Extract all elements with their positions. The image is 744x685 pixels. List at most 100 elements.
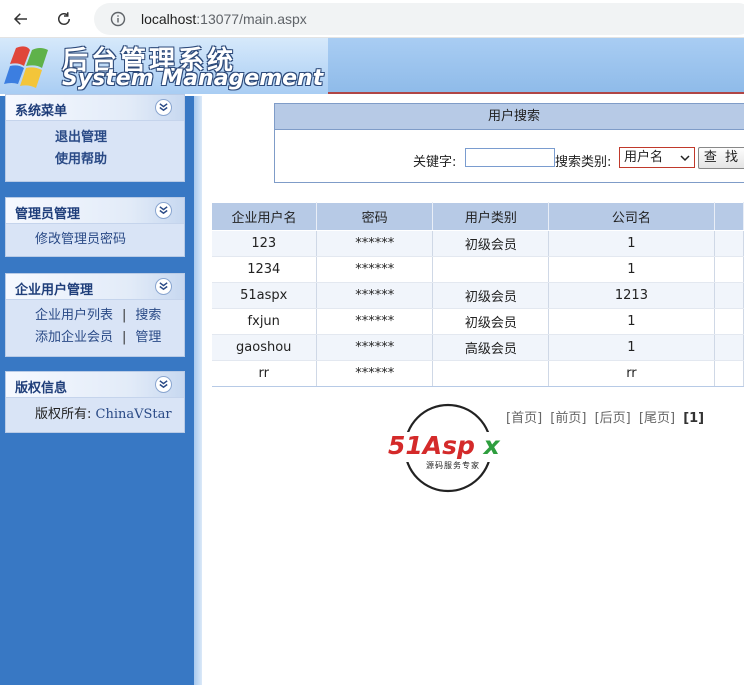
collapse-button[interactable] bbox=[155, 278, 172, 295]
cell-company: rr bbox=[548, 360, 715, 387]
browser-toolbar: localhost:13077/main.aspx bbox=[0, 0, 744, 38]
cell-username: rr bbox=[211, 360, 317, 387]
column-header: 企业用户名 bbox=[211, 202, 317, 231]
cell-password: ****** bbox=[316, 256, 434, 283]
sidebar-divider bbox=[194, 96, 202, 685]
cell-user-type: 初级会员 bbox=[432, 230, 550, 257]
panel-copyright-info: 版权信息 版权所有: ChinaVStar bbox=[5, 371, 185, 433]
cell-password: ****** bbox=[316, 282, 434, 309]
cell-username: 1234 bbox=[211, 256, 317, 283]
table-header-row: 企业用户名 密码 用户类别 公司名 bbox=[211, 202, 744, 231]
cell-company: 1 bbox=[548, 256, 715, 283]
logout-link[interactable]: 退出管理 bbox=[6, 127, 184, 149]
cell-company: 1213 bbox=[548, 282, 715, 309]
cell-user-type: 高级会员 bbox=[432, 334, 550, 361]
panel-header[interactable]: 版权信息 bbox=[6, 372, 184, 398]
panel-system-menu: 系统菜单 退出管理 使用帮助 bbox=[5, 94, 185, 182]
user-table: 企业用户名 密码 用户类别 公司名 123 ****** 初级会员 1 1234… bbox=[211, 202, 744, 387]
double-chevron-down-icon bbox=[159, 206, 168, 215]
cell-user-type: 初级会员 bbox=[432, 282, 550, 309]
pager-prev-link[interactable]: [前页] bbox=[550, 411, 586, 426]
search-form: 关键字: 搜索类别: 用户名 查 找 bbox=[275, 147, 744, 170]
separator: | bbox=[122, 330, 127, 345]
category-select[interactable]: 用户名 bbox=[619, 147, 695, 168]
panel-header[interactable]: 企业用户管理 bbox=[6, 274, 184, 300]
change-admin-password-link[interactable]: 修改管理员密码 bbox=[6, 229, 184, 251]
table-row[interactable]: rr ****** rr bbox=[211, 360, 744, 387]
manage-link[interactable]: 管理 bbox=[135, 330, 161, 345]
panel-enterprise-user-management: 企业用户管理 企业用户列表 | 搜索 添加企业会员 | 管理 bbox=[5, 273, 185, 357]
pager-last-link[interactable]: [尾页] bbox=[639, 411, 675, 426]
cell-username: fxjun bbox=[211, 308, 317, 335]
panel-header[interactable]: 管理员管理 bbox=[6, 198, 184, 224]
brand-logo-tagline: 源码服务专家 bbox=[426, 460, 480, 470]
double-chevron-down-icon bbox=[159, 103, 168, 112]
column-header: 用户类别 bbox=[432, 202, 550, 231]
column-header: 密码 bbox=[315, 202, 434, 231]
cell-extra bbox=[714, 230, 744, 257]
panel-header[interactable]: 系统菜单 bbox=[6, 95, 184, 121]
panel-title: 管理员管理 bbox=[15, 207, 81, 222]
add-enterprise-member-link[interactable]: 添加企业会员 bbox=[35, 330, 113, 345]
cell-user-type bbox=[432, 256, 550, 283]
table-row[interactable]: 51aspx ****** 初级会员 1213 bbox=[211, 282, 744, 309]
table-row[interactable]: fxjun ****** 初级会员 1 bbox=[211, 308, 744, 335]
collapse-button[interactable] bbox=[155, 376, 172, 393]
pager-next-link[interactable]: [后页] bbox=[595, 411, 631, 426]
enterprise-user-list-link[interactable]: 企业用户列表 bbox=[35, 308, 113, 323]
link-row: 企业用户列表 | 搜索 bbox=[6, 305, 184, 327]
reload-button[interactable] bbox=[51, 6, 77, 32]
link-row: 添加企业会员 | 管理 bbox=[6, 327, 184, 349]
panel-title: 版权信息 bbox=[15, 381, 68, 396]
cell-username: 123 bbox=[211, 230, 317, 257]
keyword-input[interactable] bbox=[465, 148, 555, 167]
brand-logo-main: 51Asp x bbox=[388, 431, 501, 460]
cell-user-type: 初级会员 bbox=[432, 308, 550, 335]
cell-company: 1 bbox=[548, 308, 715, 335]
table-row[interactable]: gaoshou ****** 高级会员 1 bbox=[211, 334, 744, 361]
cell-company: 1 bbox=[548, 334, 715, 361]
info-icon[interactable] bbox=[110, 11, 126, 27]
brand-logo: 51Asp x 源码服务专家 bbox=[386, 403, 512, 493]
help-link[interactable]: 使用帮助 bbox=[6, 149, 184, 171]
panel-title: 企业用户管理 bbox=[15, 283, 94, 298]
copyright-text: 版权所有: ChinaVStar bbox=[35, 407, 172, 422]
find-button[interactable]: 查 找 bbox=[698, 147, 744, 169]
pager: [首页] [前页] [后页] [尾页] [1] bbox=[506, 407, 708, 426]
logo-banner: 后台管理系统 System Management bbox=[0, 38, 328, 94]
reload-icon bbox=[58, 12, 70, 25]
table-row[interactable]: 1234 ****** 1 bbox=[211, 256, 744, 283]
collapse-button[interactable] bbox=[155, 202, 172, 219]
panel-admin-management: 管理员管理 修改管理员密码 bbox=[5, 197, 185, 257]
cell-username: 51aspx bbox=[211, 282, 317, 309]
cell-extra bbox=[714, 256, 744, 283]
user-search-panel: 用户搜索 关键字: 搜索类别: 用户名 查 找 bbox=[274, 103, 744, 183]
windows-logo-icon bbox=[4, 46, 48, 88]
cell-extra bbox=[714, 308, 744, 335]
cell-extra bbox=[714, 282, 744, 309]
cell-company: 1 bbox=[548, 230, 715, 257]
panel-title: 系统菜单 bbox=[15, 104, 68, 119]
cell-user-type bbox=[432, 360, 550, 387]
cell-password: ****** bbox=[316, 308, 434, 335]
cell-extra bbox=[714, 334, 744, 361]
collapse-button[interactable] bbox=[155, 99, 172, 116]
double-chevron-down-icon bbox=[159, 282, 168, 291]
address-bar[interactable]: localhost:13077/main.aspx bbox=[94, 3, 744, 35]
search-title: 用户搜索 bbox=[275, 104, 744, 130]
cell-password: ****** bbox=[316, 230, 434, 257]
category-selected-value: 用户名 bbox=[624, 150, 664, 165]
header-title-en: System Management bbox=[62, 66, 324, 91]
chevron-down-icon bbox=[680, 155, 690, 162]
cell-password: ****** bbox=[316, 360, 434, 387]
cell-extra bbox=[714, 360, 744, 387]
cell-username: gaoshou bbox=[211, 334, 317, 361]
column-header: 公司名 bbox=[548, 202, 715, 231]
back-button[interactable] bbox=[8, 6, 34, 32]
copyright-owner: ChinaVStar bbox=[95, 407, 172, 422]
cell-password: ****** bbox=[316, 334, 434, 361]
table-row[interactable]: 123 ****** 初级会员 1 bbox=[211, 230, 744, 257]
site-header: 后台管理系统 System Management bbox=[0, 38, 744, 94]
search-link[interactable]: 搜索 bbox=[135, 308, 161, 323]
category-label: 搜索类别: bbox=[555, 155, 612, 170]
